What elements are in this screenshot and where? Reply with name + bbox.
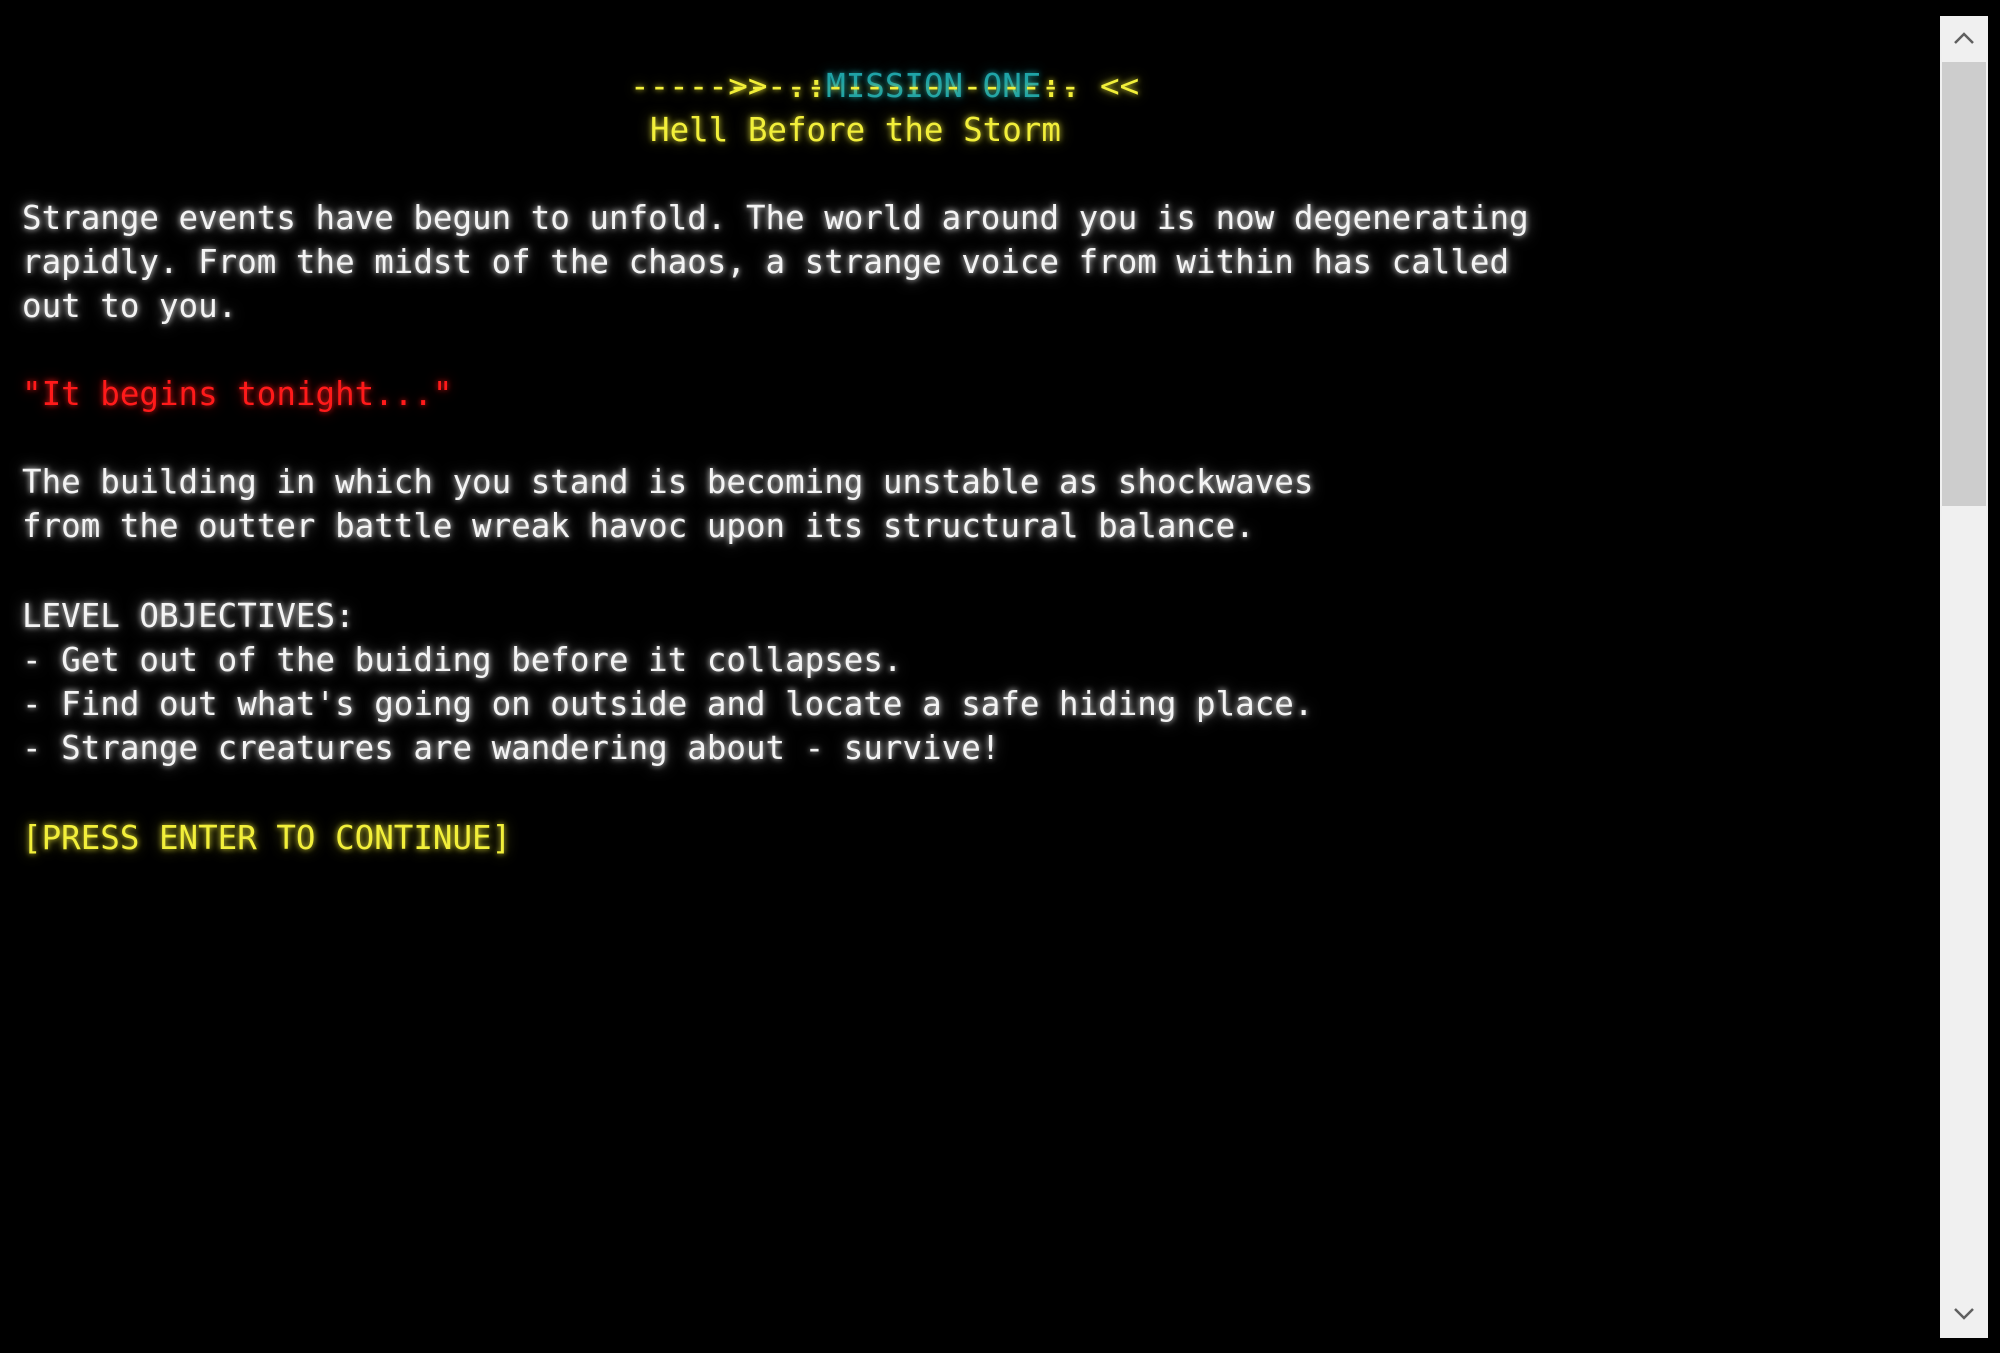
objectives-heading: LEVEL OBJECTIVES: [22, 597, 355, 635]
intro-line: Strange events have begun to unfold. The… [22, 199, 1529, 237]
vertical-scrollbar[interactable] [1940, 16, 1988, 1338]
intro-line: out to you. [22, 287, 238, 325]
objective-item: - Strange creatures are wandering about … [22, 729, 1001, 767]
intro-line: rapidly. From the midst of the chaos, a … [22, 243, 1510, 281]
objective-item: - Get out of the buiding before it colla… [22, 641, 903, 679]
game-console[interactable]: >> .:MISSION ONE:. << ------------------… [0, 0, 1940, 1353]
header-divider: ----------------------- [630, 67, 1081, 105]
scroll-thumb[interactable] [1942, 62, 1986, 506]
continue-prompt[interactable]: [PRESS ENTER TO CONTINUE] [22, 816, 511, 860]
objective-item: - Find out what's going on outside and l… [22, 685, 1314, 723]
mission-title: Hell Before the Storm [650, 111, 1061, 149]
situation-line: from the outter battle wreak havoc upon … [22, 507, 1255, 545]
scroll-down-button[interactable] [1940, 1292, 1988, 1338]
chevron-down-icon [1954, 1308, 1974, 1320]
scroll-up-button[interactable] [1940, 16, 1988, 62]
situation-line: The building in which you stand is becom… [22, 463, 1314, 501]
chevron-up-icon [1954, 32, 1974, 44]
voice-quote: "It begins tonight..." [22, 375, 453, 413]
